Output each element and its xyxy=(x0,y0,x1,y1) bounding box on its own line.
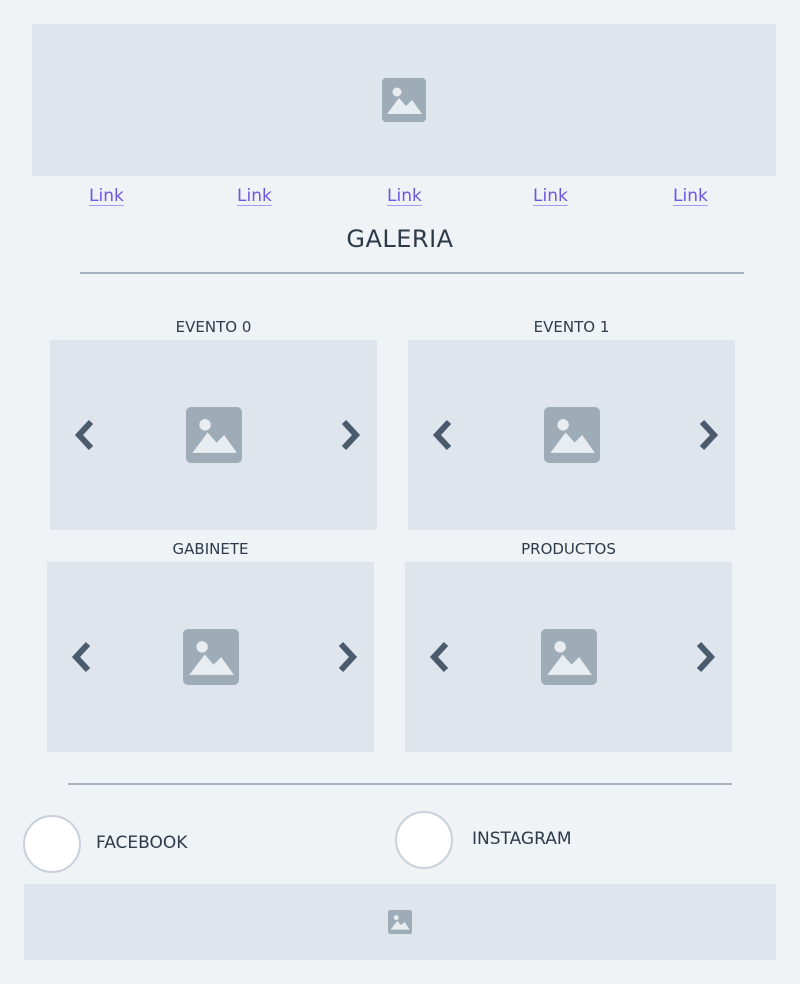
image-placeholder-icon xyxy=(540,629,597,685)
facebook-link[interactable]: FACEBOOK xyxy=(96,833,187,853)
chevron-right-icon[interactable] xyxy=(693,415,723,455)
card-label-gabinete: GABINETE xyxy=(172,540,249,558)
nav-link-4[interactable]: Link xyxy=(533,186,568,206)
footer-divider xyxy=(68,783,732,785)
chevron-left-icon[interactable] xyxy=(67,637,97,677)
card-label-evento-1: EVENTO 1 xyxy=(533,318,610,336)
chevron-left-icon[interactable] xyxy=(70,415,100,455)
image-placeholder-icon xyxy=(543,407,600,463)
image-placeholder-icon xyxy=(388,910,412,934)
chevron-left-icon[interactable] xyxy=(425,637,455,677)
card-label-productos: PRODUCTOS xyxy=(521,540,616,558)
nav-link-2[interactable]: Link xyxy=(237,186,272,206)
title-divider xyxy=(80,272,744,274)
chevron-left-icon[interactable] xyxy=(428,415,458,455)
image-placeholder-icon xyxy=(185,407,242,463)
footer-banner xyxy=(24,884,776,960)
gallery-carousel-productos xyxy=(405,562,732,752)
instagram-icon[interactable] xyxy=(395,811,453,869)
header-banner xyxy=(32,24,776,176)
facebook-icon[interactable] xyxy=(23,815,81,873)
chevron-right-icon[interactable] xyxy=(332,637,362,677)
instagram-link[interactable]: INSTAGRAM xyxy=(472,829,572,849)
image-placeholder-icon xyxy=(382,78,426,122)
image-placeholder-icon xyxy=(182,629,239,685)
gallery-carousel-evento-1 xyxy=(408,340,735,530)
gallery-carousel-gabinete xyxy=(47,562,374,752)
chevron-right-icon[interactable] xyxy=(335,415,365,455)
card-label-evento-0: EVENTO 0 xyxy=(175,318,252,336)
page-title: GALERIA xyxy=(346,225,454,253)
nav-link-1[interactable]: Link xyxy=(89,186,124,206)
nav-link-3[interactable]: Link xyxy=(387,186,422,206)
nav-link-5[interactable]: Link xyxy=(673,186,708,206)
chevron-right-icon[interactable] xyxy=(690,637,720,677)
gallery-carousel-evento-0 xyxy=(50,340,377,530)
